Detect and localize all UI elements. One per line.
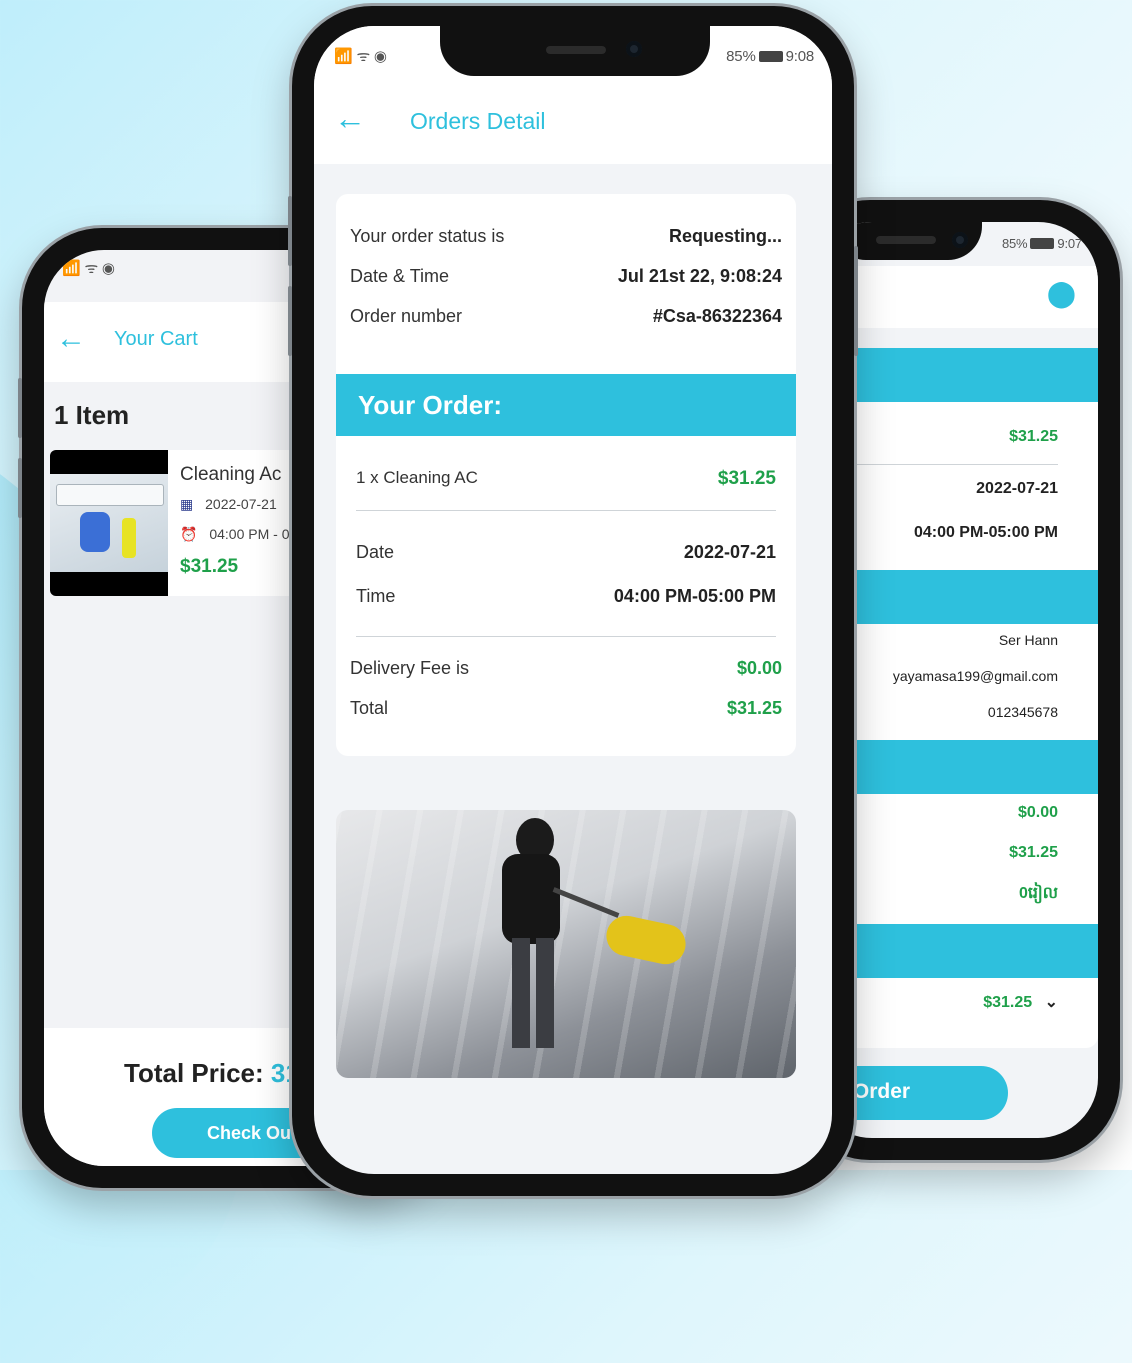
page-title: Your Cart [114,328,198,350]
divider [356,636,776,637]
chevron-down-icon[interactable]: ⌄ [1045,994,1058,1011]
clock: 9:08 [785,48,815,65]
notch [440,26,710,76]
order-number-value: #Csa-86322364 [652,306,782,326]
customer-name: Ser Hann [998,632,1058,648]
delivery-fee-row: Delivery Fee is $0.00 [350,658,782,679]
time-row: Time 04:00 PM-05:00 PM [356,586,776,607]
delivery-fee-value: $0.00 [736,658,782,678]
clock: 9:07 [1057,236,1082,251]
date-label: Date [356,542,395,562]
order-number-row: Order number #Csa-86322364 [350,306,782,327]
volume-button [18,458,22,518]
status-icons: 📶 ᯤ ◉ [334,48,387,65]
item-name: Cleaning Ac [180,464,282,485]
section-header: ns [812,348,1098,402]
order-detail-screen: 📶 ᯤ ◉ 85% 9:08 ← Orders Detail Your order… [314,26,832,1174]
date-value: 2022-07-21 [976,480,1058,497]
delivery-fee-label: Delivery Fee is [350,658,470,678]
fee-value: $0.00 [1017,804,1058,821]
volume-button [288,196,292,266]
calendar-icon: ▦ [180,496,194,512]
back-arrow-icon[interactable]: ← [56,322,86,356]
divider [356,510,776,511]
payment-value: $31.25 [983,994,1033,1011]
total-value: $31.25 [726,698,782,718]
volume-button [18,378,22,438]
power-button [854,246,858,356]
volume-button [288,286,292,356]
section-header [812,740,1098,794]
back-arrow-icon[interactable]: ← [334,100,366,137]
total-row: Total $31.25 [350,698,782,719]
order-summary-card: $31.25 2022-07-21 04:00 PM-05:00 PM [812,402,1098,570]
order-detail-card: Your order status is Requesting... Date … [336,194,796,756]
line-item-label: 1 x Cleaning AC [356,468,478,487]
alarm-clock-icon: ⏰ [180,526,198,542]
customer-email: yayamasa199@gmail.com [892,668,1058,684]
date-value: 2022-07-21 [683,542,776,562]
customer-phone: 012345678 [987,704,1058,720]
checkout-screen: 85% 9:07 ⬤ ns $31.25 2022-07-21 04:00 PM-… [812,222,1098,1138]
date-row: Date 2022-07-21 [356,542,776,563]
total-price: Total Price: 31 [124,1058,300,1089]
section-header [812,570,1098,624]
subtotal-value: $31.25 [1009,844,1058,861]
page-title: Orders Detail [410,108,546,134]
battery-percent: 85% [726,48,756,65]
battery-icon [1030,238,1055,249]
status-bar: 85% 9:08 [726,48,814,65]
price-value: $31.25 [1009,428,1058,445]
datetime-value: Jul 21st 22, 9:08:24 [617,266,782,286]
datetime-row: Date & Time Jul 21st 22, 9:08:24 [350,266,782,287]
item-price: $31.25 [180,556,239,577]
status-icons: 📶 ᯤ ◉ [62,260,115,277]
cleaning-ac-thumbnail [50,450,168,596]
fees-card: $0.00 $31.25 0រៀល [812,794,1098,924]
status-bar: 85% 9:07 [1002,236,1082,251]
time-value: 04:00 PM-05:00 PM [913,524,1058,541]
phone-order-detail: 📶 ᯤ ◉ 85% 9:08 ← Orders Detail Your order… [288,6,858,1196]
floor-cleaning-photo [336,810,796,1078]
datetime-label: Date & Time [350,266,450,286]
order-number-label: Order number [350,306,463,326]
total-label: Total [350,698,389,718]
location-pin-icon[interactable]: ⬤ [1047,278,1076,309]
customer-info-card: Ser Hann yayamasa199@gmail.com 012345678 [812,624,1098,740]
status-label: Your order status is [350,226,505,246]
line-item-price: $31.25 [717,468,776,489]
time-value: 04:00 PM-05:00 PM [613,586,776,606]
status-value: Requesting... [668,226,782,246]
line-item-row: 1 x Cleaning AC $31.25 [356,468,776,490]
section-header: od [812,924,1098,978]
total-price-label: Total Price: [124,1058,271,1088]
riel-value: 0រៀល [1018,885,1058,902]
time-label: Time [356,586,396,606]
your-order-header: Your Order: [336,374,796,436]
item-count: 1 Item [54,400,130,430]
item-date: 2022-07-21 [205,496,277,512]
status-row: Your order status is Requesting... [350,226,782,247]
battery-percent: 85% [1002,236,1028,251]
payment-card[interactable]: $31.25 ⌄ [812,978,1098,1048]
battery-icon [758,51,783,62]
